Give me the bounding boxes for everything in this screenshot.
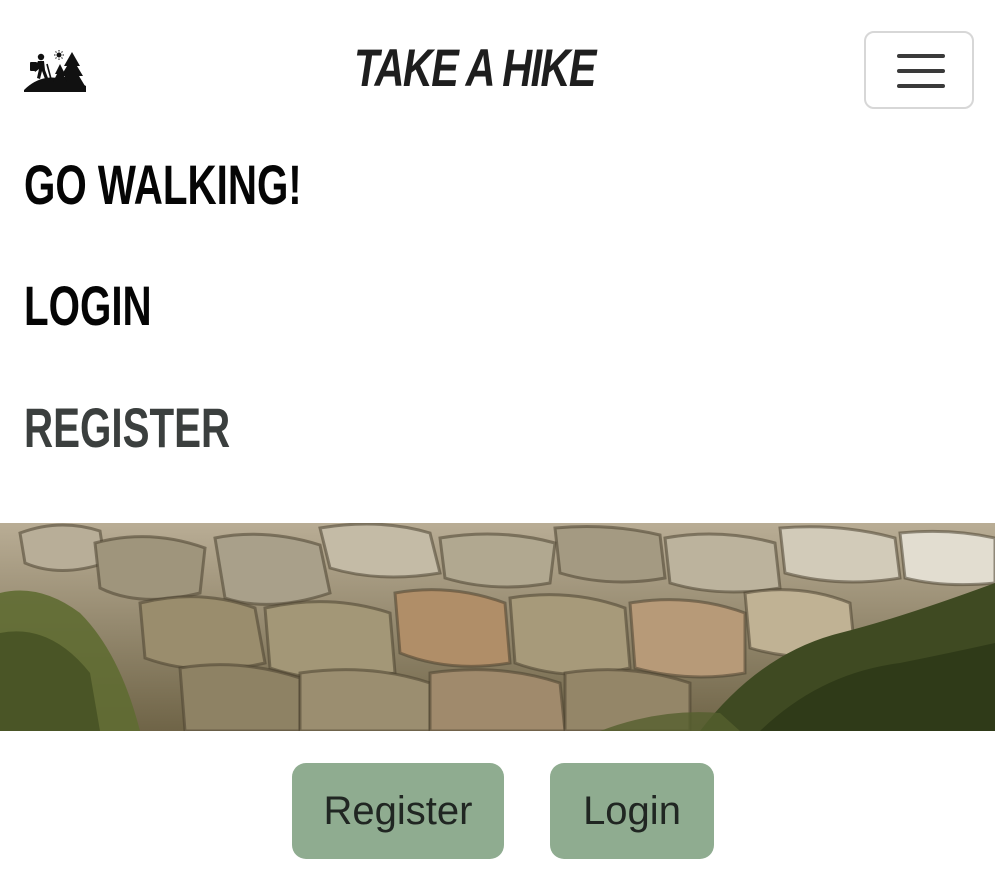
menu-toggle-button[interactable] — [864, 31, 974, 109]
hero-image — [0, 523, 995, 731]
site-header: TAKE A HIKE — [0, 0, 995, 130]
hiker-trees-icon[interactable] — [24, 50, 86, 92]
nav-link-login[interactable]: LOGIN — [24, 274, 152, 338]
brand-title[interactable]: TAKE A HIKE — [354, 38, 596, 100]
nav-link-go-walking[interactable]: GO WALKING! — [24, 153, 302, 217]
nav-link-register[interactable]: REGISTER — [24, 396, 230, 460]
register-button[interactable]: Register — [292, 763, 504, 859]
page: TAKE A HIKE GO WALKING! LOGIN REGISTER R… — [0, 0, 995, 888]
login-button[interactable]: Login — [550, 763, 714, 859]
